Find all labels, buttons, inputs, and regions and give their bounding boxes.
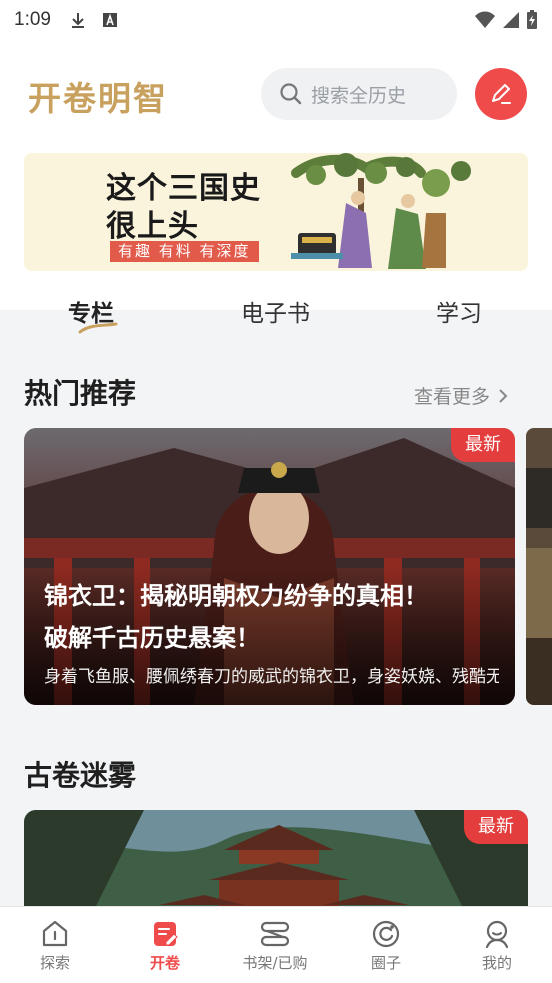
search-icon bbox=[280, 83, 302, 105]
tab-active-indicator bbox=[78, 322, 118, 334]
section-title-hot: 热门推荐 bbox=[24, 377, 137, 410]
app-screen: 1:09 开卷明智 搜索全历史 这个三国史 很上头 有趣 有料 有深度 专栏 电… bbox=[0, 0, 552, 983]
tab-ebook[interactable]: 电子书 bbox=[241, 294, 310, 328]
banner-tag: 有趣 有料 有深度 bbox=[110, 241, 259, 262]
open-book-icon bbox=[154, 922, 178, 946]
banner-line2: 很上头 bbox=[106, 209, 199, 244]
status-time: 1:09 bbox=[14, 9, 51, 30]
new-badge: 最新 bbox=[464, 810, 528, 844]
search-placeholder: 搜索全历史 bbox=[311, 84, 407, 107]
section-title-ancient: 古卷迷雾 bbox=[24, 759, 137, 792]
next-card-image bbox=[526, 428, 552, 705]
nav-bookshelf-label: 书架/已购 bbox=[242, 954, 308, 972]
nav-profile[interactable]: 我的 bbox=[442, 919, 552, 973]
nav-open-book-label: 开卷 bbox=[149, 954, 180, 972]
wifi-icon bbox=[475, 11, 495, 28]
card-description: 身着飞鱼服、腰佩绣春刀的威武的锦衣卫，身姿妖娆、残酷无情的东厂督公…… bbox=[44, 667, 499, 687]
banner-illustration bbox=[291, 153, 471, 269]
featured-article-card[interactable]: 最新 锦衣卫：揭秘明朝权力纷争的真相！ 破解千古历史悬案！ 身着飞鱼服、腰佩绣春… bbox=[24, 428, 515, 705]
nav-circle[interactable]: 圈子 bbox=[331, 919, 441, 973]
see-more-link[interactable]: 查看更多 bbox=[414, 382, 508, 409]
nav-explore[interactable]: 探索 bbox=[0, 919, 110, 973]
pen-icon bbox=[492, 84, 511, 104]
card-title-line1: 锦衣卫：揭秘明朝权力纷争的真相！ bbox=[44, 582, 428, 610]
compose-button[interactable] bbox=[475, 68, 527, 120]
card-title-line2: 破解千古历史悬案！ bbox=[44, 624, 260, 652]
tab-study[interactable]: 学习 bbox=[436, 294, 482, 328]
next-card-peek[interactable] bbox=[526, 428, 552, 705]
nav-profile-label: 我的 bbox=[481, 954, 512, 972]
category-tabs: 专栏 电子书 学习 bbox=[0, 284, 552, 354]
chevron-right-icon bbox=[499, 388, 508, 403]
font-a-icon bbox=[102, 13, 117, 27]
signal-icon bbox=[503, 12, 519, 28]
circle-icon bbox=[372, 920, 400, 948]
search-bar[interactable]: 搜索全历史 bbox=[261, 68, 457, 120]
promo-banner[interactable]: 这个三国史 很上头 有趣 有料 有深度 bbox=[24, 153, 528, 271]
status-right bbox=[474, 10, 538, 30]
bottom-navigation: 探索 开卷 书架/已购 圈子 我的 bbox=[0, 906, 552, 983]
app-logo: 开卷明智 bbox=[28, 79, 168, 118]
nav-explore-label: 探索 bbox=[39, 954, 70, 972]
download-icon bbox=[71, 13, 84, 28]
bookshelf-icon bbox=[260, 921, 290, 947]
profile-icon bbox=[485, 920, 509, 949]
nav-open-book[interactable]: 开卷 bbox=[110, 919, 220, 973]
status-bar: 1:09 bbox=[0, 0, 552, 40]
nav-circle-label: 圈子 bbox=[370, 954, 401, 972]
header: 开卷明智 搜索全历史 这个三国史 很上头 有趣 有料 有深度 专栏 电子书 学习 bbox=[0, 40, 552, 334]
see-more-label: 查看更多 bbox=[414, 386, 491, 408]
battery-icon bbox=[527, 10, 537, 29]
explore-icon bbox=[42, 920, 68, 947]
new-badge: 最新 bbox=[451, 428, 515, 462]
nav-bookshelf[interactable]: 书架/已购 bbox=[220, 919, 330, 973]
